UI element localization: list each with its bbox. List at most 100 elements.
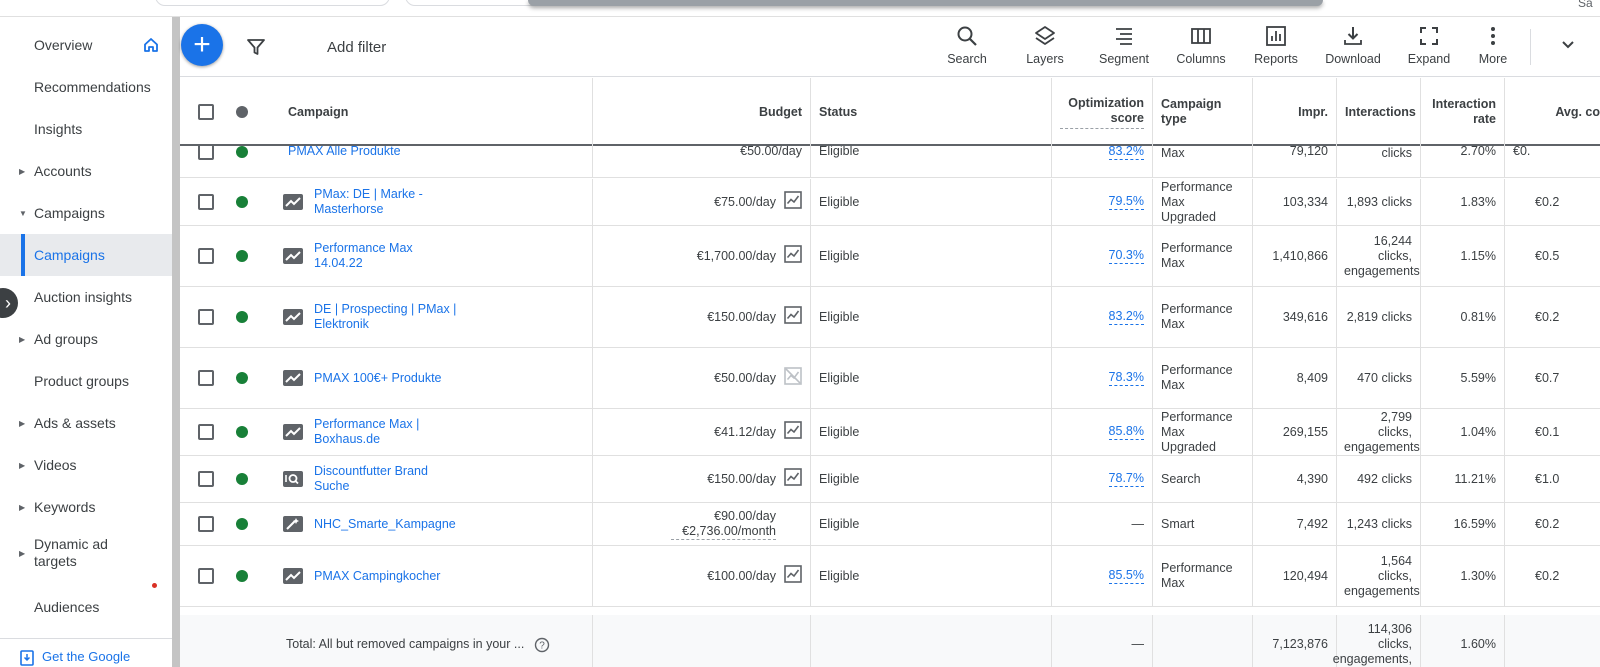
add-campaign-button[interactable]: + (181, 24, 223, 66)
layers-icon (1035, 26, 1055, 45)
sidebar-item-ad-groups[interactable]: ▶ Ad groups (0, 318, 172, 360)
campaign-name-link[interactable]: PMAX Campingkocher (314, 569, 440, 584)
add-filter-label[interactable]: Add filter (327, 39, 386, 56)
campaign-type-cell: Performance Max (1153, 348, 1253, 408)
campaign-cell: DE | Prospecting | PMax | Elektronik (180, 287, 593, 347)
sidebar-scrollbar[interactable] (172, 17, 180, 667)
layers-tool-button[interactable]: Layers (1010, 25, 1080, 75)
sidebar: Overview Recommendations Insights ▶ Accou… (0, 17, 172, 667)
budget-chart-icon[interactable] (784, 421, 802, 443)
sidebar-item-ads-assets[interactable]: ▶ Ads & assets (0, 402, 172, 444)
optimization-score[interactable]: 85.8% (1108, 424, 1144, 440)
sidebar-item-overview[interactable]: Overview (0, 24, 172, 66)
columns-tool-button[interactable]: Columns (1166, 25, 1236, 75)
campaign-name-link[interactable]: Performance Max 14.04.22 (314, 241, 464, 271)
filter-icon[interactable] (246, 38, 266, 56)
chevron-down-icon[interactable] (1560, 39, 1576, 51)
row-checkbox[interactable] (198, 424, 214, 440)
budget-value: €41.12/day (714, 424, 776, 439)
sidebar-item-label: Dynamic ad targets (34, 536, 108, 569)
interactions-cell: 1,243 clicks (1337, 503, 1421, 545)
select-all-checkbox[interactable] (198, 104, 214, 120)
row-checkbox[interactable] (198, 568, 214, 584)
budget-cell: €100.00/day (593, 546, 811, 606)
download-tool-button[interactable]: Download (1318, 25, 1388, 75)
sidebar-item-campaigns[interactable]: Campaigns (0, 234, 172, 276)
table-row[interactable]: Performance Max | Boxhaus.de €41.12/day El… (180, 409, 1600, 456)
more-tool-button[interactable]: More (1458, 25, 1528, 75)
row-checkbox[interactable] (198, 516, 214, 532)
sidebar-item-recommendations[interactable]: Recommendations (0, 66, 172, 108)
optimization-score[interactable]: 83.2% (1108, 309, 1144, 325)
segment-tool-button[interactable]: Segment (1089, 25, 1159, 75)
interactions-header[interactable]: Interactions (1337, 78, 1421, 146)
interaction-rate-header[interactable]: Interaction rate (1421, 78, 1505, 146)
reports-tool-button[interactable]: Reports (1241, 25, 1311, 75)
sidebar-item-label: Audiences (34, 598, 100, 615)
table-row[interactable]: Discountfutter Brand Suche €150.00/day Eli… (180, 456, 1600, 503)
sidebar-item-dynamic-ad-targets[interactable]: ▶ Dynamic ad targets (0, 528, 172, 578)
interactions-cell: 2,819 clicks (1337, 287, 1421, 347)
search-tool-button[interactable]: Search (932, 25, 1002, 75)
header-label: Avg. co (1555, 104, 1600, 119)
help-icon[interactable]: ? (534, 637, 550, 653)
table-row[interactable]: PMAX 100€+ Produkte €50.00/day Eligible 78.… (180, 348, 1600, 409)
optimization-score[interactable]: 85.5% (1108, 568, 1144, 584)
budget-chart-icon[interactable] (784, 245, 802, 267)
sidebar-item-campaigns-group[interactable]: ▼ Campaigns (0, 192, 172, 234)
table-row[interactable]: NHC_Smarte_Kampagne €90.00/day €2,736.00/… (180, 503, 1600, 546)
budget-chart-icon[interactable] (784, 191, 802, 213)
opt-score-cell: 83.2% (1052, 287, 1153, 347)
app-promo[interactable]: Get the Google (0, 638, 172, 667)
campaign-header[interactable]: Campaign (180, 78, 593, 146)
totals-interaction-rate: 1.60% (1421, 615, 1505, 667)
sidebar-item-keywords[interactable]: ▶ Keywords (0, 486, 172, 528)
table-row[interactable]: Performance Max 14.04.22 €1,700.00/day Eli… (180, 226, 1600, 287)
sidebar-item-insights[interactable]: Insights (0, 108, 172, 150)
campaign-name-link[interactable]: Discountfutter Brand Suche (314, 464, 464, 494)
sidebar-item-accounts[interactable]: ▶ Accounts (0, 150, 172, 192)
avg-cost-header[interactable]: Avg. co (1505, 78, 1600, 146)
table-row[interactable]: PMax: DE | Marke - Masterhorse €75.00/day… (180, 179, 1600, 226)
no-chart-icon[interactable] (784, 367, 802, 389)
status-header[interactable]: Status (811, 78, 1052, 146)
campaign-name-link[interactable]: PMAX 100€+ Produkte (314, 371, 442, 386)
campaign-type-cell: Performance Max (1153, 287, 1253, 347)
campaign-name-link[interactable]: PMAX Alle Produkte (288, 144, 401, 159)
sidebar-item-auction-insights[interactable]: Auction insights (0, 276, 172, 318)
optimization-score[interactable]: 79.5% (1108, 194, 1144, 210)
status-filter-dot[interactable] (236, 106, 248, 118)
campaign-name-link[interactable]: Performance Max | Boxhaus.de (314, 417, 464, 447)
table-row[interactable]: PMAX Campingkocher €100.00/day Eligible 85.… (180, 546, 1600, 607)
smart-campaign-icon (282, 515, 304, 533)
row-checkbox[interactable] (198, 309, 214, 325)
opt-score-header[interactable]: Optimization score (1052, 78, 1153, 146)
download-icon (1344, 27, 1362, 45)
campaign-cell: Discountfutter Brand Suche (180, 456, 593, 502)
sidebar-item-product-groups[interactable]: Product groups (0, 360, 172, 402)
budget-header[interactable]: Budget (593, 78, 811, 146)
budget-chart-icon[interactable] (784, 306, 802, 328)
expand-tool-button[interactable]: Expand (1394, 25, 1464, 75)
optimization-score[interactable]: 70.3% (1108, 248, 1144, 264)
sidebar-item-videos[interactable]: ▶ Videos (0, 444, 172, 486)
campaign-type-header[interactable]: Campaign type (1153, 78, 1253, 146)
row-checkbox[interactable] (198, 370, 214, 386)
campaign-name-link[interactable]: PMax: DE | Marke - Masterhorse (314, 187, 464, 217)
top-search-pill[interactable] (155, 0, 390, 6)
optimization-score[interactable]: 78.3% (1108, 370, 1144, 386)
sidebar-item-audiences[interactable]: Audiences (0, 586, 172, 628)
impressions-header[interactable]: Impr. (1253, 78, 1337, 146)
row-checkbox[interactable] (198, 471, 214, 487)
campaign-name-link[interactable]: DE | Prospecting | PMax | Elektronik (314, 302, 464, 332)
impressions-cell: 269,155 (1253, 409, 1337, 455)
avg-cost-cell: €0.2 (1535, 568, 1560, 583)
row-checkbox[interactable] (198, 248, 214, 264)
budget-chart-icon[interactable] (784, 565, 802, 587)
budget-chart-icon[interactable] (784, 468, 802, 490)
table-row[interactable]: DE | Prospecting | PMax | Elektronik €150… (180, 287, 1600, 348)
campaign-name-link[interactable]: NHC_Smarte_Kampagne (314, 517, 456, 532)
optimization-score[interactable]: 78.7% (1108, 471, 1144, 487)
row-checkbox[interactable] (198, 194, 214, 210)
tool-label: Download (1325, 52, 1381, 66)
